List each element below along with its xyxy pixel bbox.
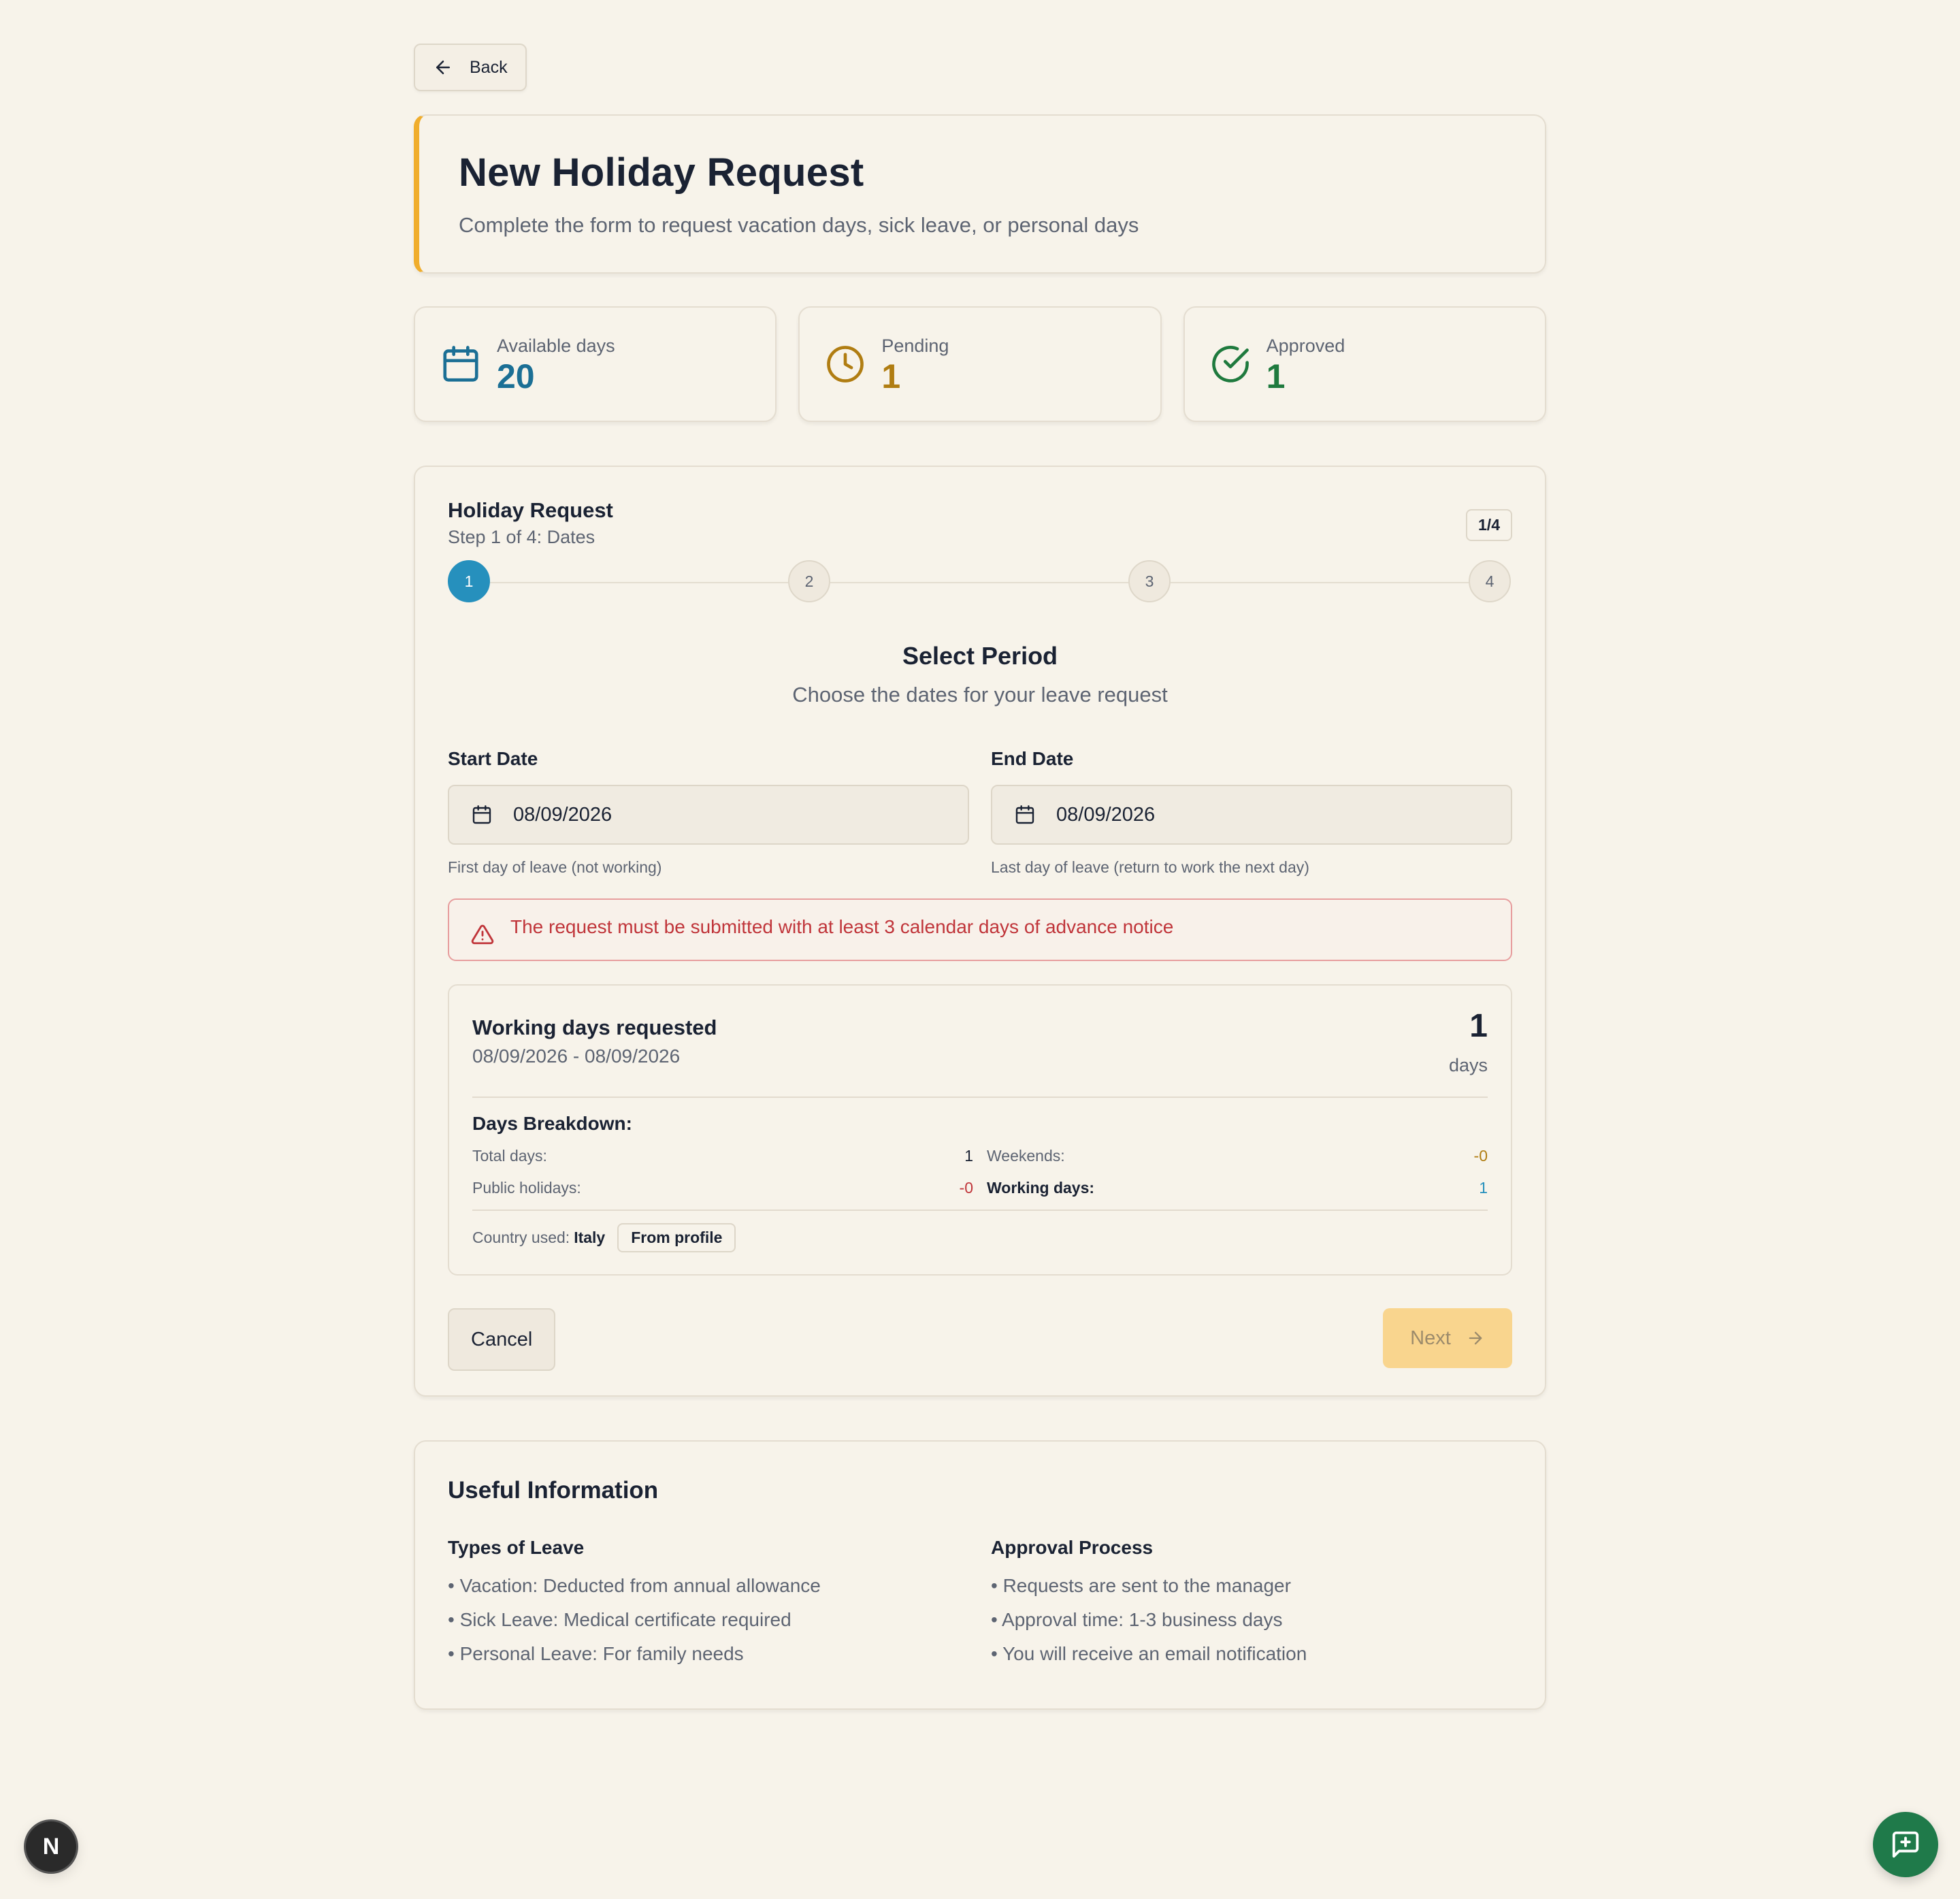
list-item: • Approval time: 1-3 business days [991,1609,1283,1630]
country-label: Country used: [472,1229,570,1246]
list-item: • Requests are sent to the manager [991,1575,1291,1596]
approval-process: Approval Process • Requests are sent to … [991,1537,1512,1677]
form-actions: Cancel Next [448,1308,1512,1371]
breakdown-label: Working days: [987,1179,1095,1197]
from-profile-chip: From profile [617,1223,736,1252]
date-fields: Start Date 08/09/2026 First day of leave… [448,748,1512,877]
alert-text: The request must be submitted with at le… [510,916,1174,937]
start-date-label: Start Date [448,748,538,769]
stat-label: Pending [881,335,949,356]
breakdown-value: 1 [964,1147,973,1165]
page-header: New Holiday Request Complete the form to… [414,114,1546,274]
breakdown-working: Working days: 1 [987,1179,1488,1197]
dev-tools-badge[interactable]: N [26,1821,76,1872]
form-title: Holiday Request [448,498,613,522]
message-plus-icon [1892,1831,1919,1858]
list-item: • Sick Leave: Medical certificate requir… [448,1609,791,1630]
end-date-group: End Date 08/09/2026 Last day of leave (r… [991,748,1512,877]
divider [472,1210,1488,1211]
breakdown-label: Public holidays: [472,1179,581,1197]
stat-label: Available days [497,335,615,356]
arrow-right-icon [1469,1331,1482,1345]
breakdown-value: -0 [1473,1147,1488,1165]
end-date-value: 08/09/2026 [1056,803,1156,826]
stat-value: 1 [881,357,901,395]
stat-value: 20 [497,357,535,395]
list-item: • You will receive an email notification [991,1643,1307,1664]
useful-information: Useful Information Types of Leave • Vaca… [414,1440,1546,1710]
breakdown-total: Total days: 1 [472,1147,973,1165]
stepper-line [1171,582,1469,583]
next-button[interactable]: Next [1383,1308,1512,1368]
start-date-input[interactable]: 08/09/2026 [448,785,969,845]
cancel-button[interactable]: Cancel [448,1308,556,1371]
stats-row: Available days 20 Pending 1 Approved 1 [414,306,1546,422]
calendar-icon [443,346,478,382]
stat-pending: Pending 1 [798,306,1162,422]
calendar-icon [472,805,491,824]
stepper-line [830,582,1128,583]
country-row: Country used: Italy From profile [472,1223,1488,1252]
form-step-subtitle: Step 1 of 4: Dates [448,527,595,547]
summary-count: 1 [1469,1008,1488,1044]
types-of-leave: Types of Leave • Vacation: Deducted from… [448,1537,969,1677]
summary-range: 08/09/2026 - 08/09/2026 [472,1045,681,1067]
stepper: 1 2 3 4 [448,560,1512,605]
summary-unit: days [1448,1055,1488,1075]
end-date-input[interactable]: 08/09/2026 [991,785,1512,845]
back-label: Back [470,57,508,77]
breakdown-title: Days Breakdown: [472,1113,632,1134]
breakdown-label: Total days: [472,1147,547,1165]
stat-value: 1 [1266,357,1286,395]
next-label: Next [1410,1327,1451,1349]
step-badge: 1/4 [1466,509,1512,541]
end-date-hint: Last day of leave (return to work the ne… [991,858,1309,876]
breakdown-value: -0 [959,1179,973,1197]
divider [472,1097,1488,1098]
list-item: • Personal Leave: For family needs [448,1643,744,1664]
section-title: Select Period [902,642,1058,670]
holiday-request-form: Holiday Request Step 1 of 4: Dates 1/4 1… [414,466,1546,1397]
step-1[interactable]: 1 [448,560,490,602]
warning-icon [471,924,494,945]
stepper-line [490,582,788,583]
page-title: New Holiday Request [459,150,864,195]
check-circle-icon [1211,346,1249,383]
approval-title: Approval Process [991,1537,1154,1558]
stat-label: Approved [1266,335,1345,356]
advance-notice-alert: The request must be submitted with at le… [448,898,1512,961]
arrow-left-icon [436,61,450,74]
start-date-group: Start Date 08/09/2026 First day of leave… [448,748,969,877]
breakdown-weekends: Weekends: -0 [987,1147,1488,1165]
calendar-icon [1015,805,1034,824]
step-4[interactable]: 4 [1469,560,1511,602]
feedback-button[interactable] [1873,1812,1938,1877]
end-date-label: End Date [991,748,1074,769]
breakdown-holidays: Public holidays: -0 [472,1179,973,1197]
stat-approved: Approved 1 [1183,306,1546,422]
breakdown-label: Weekends: [987,1147,1065,1165]
country-value: Italy [574,1229,606,1246]
summary-title: Working days requested [472,1016,717,1039]
info-title: Useful Information [448,1477,659,1504]
start-date-hint: First day of leave (not working) [448,858,662,876]
start-date-value: 08/09/2026 [513,803,612,826]
list-item: • Vacation: Deducted from annual allowan… [448,1575,821,1596]
working-days-summary: Working days requested 08/09/2026 - 08/0… [448,984,1512,1276]
page: Back New Holiday Request Complete the fo… [414,44,1546,1710]
breakdown-value: 1 [1479,1179,1488,1197]
breakdown-grid: Total days: 1 Weekends: -0 Public holida… [472,1147,1488,1197]
clock-icon [827,346,864,383]
back-button[interactable]: Back [414,44,527,91]
page-subtitle: Complete the form to request vacation da… [459,213,1139,237]
stat-available-days: Available days 20 [414,306,777,422]
step-2[interactable]: 2 [788,560,830,602]
section-subtitle: Choose the dates for your leave request [792,683,1168,707]
step-3[interactable]: 3 [1128,560,1171,602]
types-title: Types of Leave [448,1537,585,1558]
